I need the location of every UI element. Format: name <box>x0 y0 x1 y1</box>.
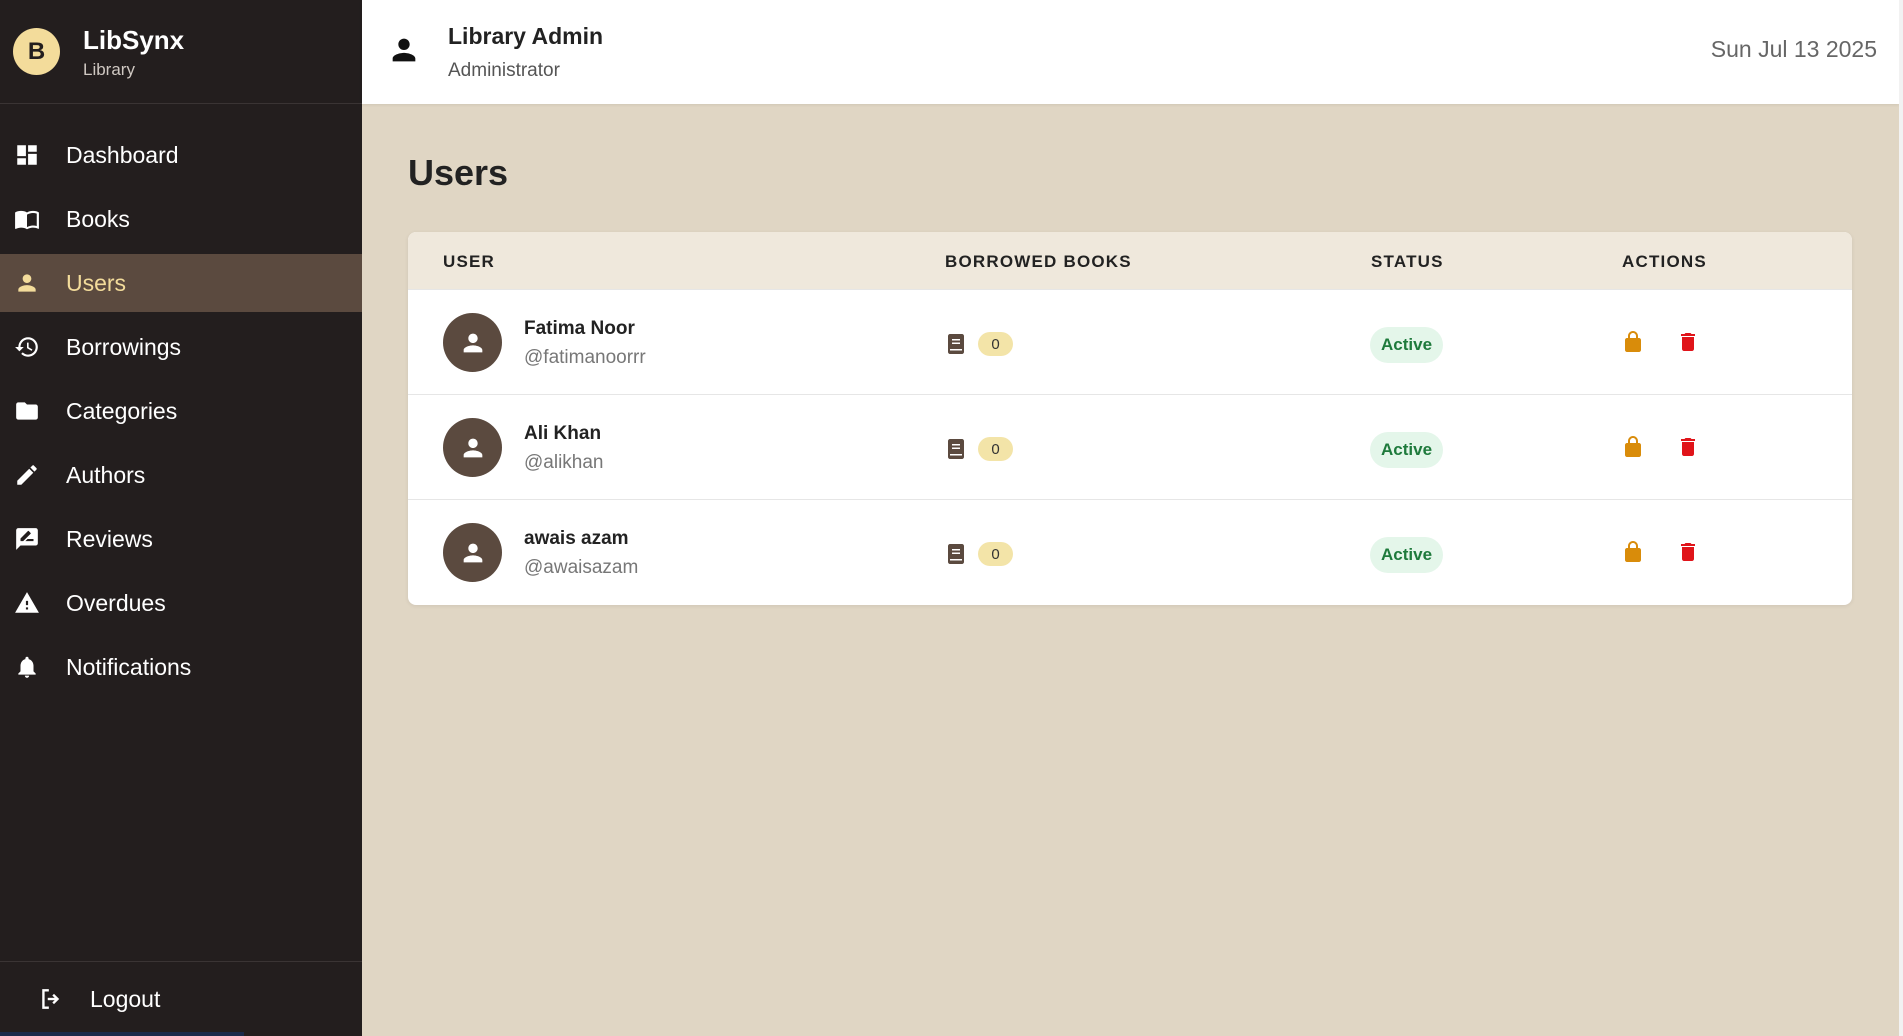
history-icon <box>14 334 40 360</box>
column-header-user: USER <box>443 252 496 271</box>
sidebar-item-label: Categories <box>66 397 178 424</box>
user-name: Fatima Noor <box>524 318 635 339</box>
sidebar-item-label: Dashboard <box>66 141 179 168</box>
sidebar-item-dashboard[interactable]: Dashboard <box>0 126 362 184</box>
warning-icon <box>14 590 40 616</box>
pencil-icon <box>14 462 40 488</box>
header-user-name: Library Admin <box>448 22 604 49</box>
book-icon <box>944 437 968 461</box>
lock-icon <box>1625 541 1641 562</box>
rate-review-icon <box>14 526 40 552</box>
brand: B LibSynx Library <box>0 0 362 104</box>
table-header: USER BORROWED BOOKS STATUS ACTIONS <box>408 232 1852 289</box>
column-header-actions: ACTIONS <box>1622 252 1707 271</box>
sidebar-item-label: Notifications <box>66 653 192 680</box>
user-name: awais azam <box>524 528 629 549</box>
avatar <box>443 313 502 372</box>
horizontal-scrollbar[interactable] <box>0 1032 244 1036</box>
sidebar-item-overdues[interactable]: Overdues <box>0 574 362 632</box>
sidebar-item-label: Overdues <box>66 589 166 616</box>
sidebar-item-users[interactable]: Users <box>0 254 362 312</box>
logout-label: Logout <box>90 985 161 1012</box>
header-user-role: Administrator <box>448 59 560 81</box>
sidebar-item-label: Books <box>66 205 130 232</box>
borrowed-count-badge: 0 <box>978 332 1013 356</box>
user-icon <box>463 438 482 457</box>
user-handle: @awaisazam <box>524 557 639 578</box>
sidebar-item-books[interactable]: Books <box>0 190 362 248</box>
user-handle: @fatimanoorrr <box>524 347 646 368</box>
table-row: Ali Khan @alikhan 0 Active <box>408 394 1852 499</box>
status-badge: Active <box>1370 432 1444 468</box>
book-open-icon <box>14 206 40 232</box>
brand-name: LibSynx <box>83 24 185 55</box>
account-icon <box>387 33 421 72</box>
logout-button[interactable]: Logout <box>0 961 362 1036</box>
header-date: Sun Jul 13 2025 <box>1710 36 1877 62</box>
sidebar-item-label: Users <box>66 269 127 296</box>
sidebar-item-reviews[interactable]: Reviews <box>0 510 362 568</box>
status-badge: Active <box>1370 327 1444 363</box>
top-header: Library Admin Administrator Sun Jul 13 2… <box>362 0 1899 104</box>
sidebar-item-label: Reviews <box>66 525 153 552</box>
user-name: Ali Khan <box>524 423 602 444</box>
borrowed-count-badge: 0 <box>978 542 1013 566</box>
sidebar-item-categories[interactable]: Categories <box>0 382 362 440</box>
lock-icon <box>1625 331 1641 352</box>
lock-user-button[interactable] <box>1621 329 1645 355</box>
sidebar-item-label: Authors <box>66 461 146 488</box>
user-icon <box>14 270 40 296</box>
user-icon <box>463 333 482 352</box>
user-icon <box>463 543 482 562</box>
lock-user-button[interactable] <box>1621 539 1645 565</box>
bell-icon <box>14 654 40 680</box>
lock-user-button[interactable] <box>1621 434 1645 460</box>
table-row: awais azam @awaisazam 0 Active <box>408 499 1852 604</box>
sidebar-item-borrowings[interactable]: Borrowings <box>0 318 362 376</box>
sidebar-item-notifications[interactable]: Notifications <box>0 638 362 696</box>
sidebar-item-label: Borrowings <box>66 333 182 360</box>
sidebar-item-authors[interactable]: Authors <box>0 446 362 504</box>
trash-icon <box>1681 543 1695 561</box>
dashboard-icon <box>14 142 40 168</box>
delete-user-button[interactable] <box>1676 539 1700 565</box>
brand-avatar: B <box>13 28 60 75</box>
trash-icon <box>1681 333 1695 351</box>
trash-icon <box>1681 438 1695 456</box>
user-handle: @alikhan <box>524 452 604 473</box>
column-header-borrowed-books: BORROWED BOOKS <box>945 252 1132 271</box>
borrowed-count-badge: 0 <box>978 437 1013 461</box>
logout-icon <box>42 989 60 1009</box>
column-header-status: STATUS <box>1371 252 1444 271</box>
brand-subtitle: Library <box>83 59 135 79</box>
book-icon <box>944 542 968 566</box>
avatar <box>443 523 502 582</box>
delete-user-button[interactable] <box>1676 329 1700 355</box>
book-icon <box>944 332 968 356</box>
avatar <box>443 418 502 477</box>
sidebar-nav: Dashboard Books Users Borrowings Categor… <box>0 126 362 696</box>
vertical-scrollbar[interactable] <box>1899 0 1903 1036</box>
table-row: Fatima Noor @fatimanoorrr 0 Active <box>408 289 1852 394</box>
delete-user-button[interactable] <box>1676 434 1700 460</box>
lock-icon <box>1625 436 1641 457</box>
folder-icon <box>14 398 40 424</box>
page-title: Users <box>408 152 509 193</box>
status-badge: Active <box>1370 537 1444 573</box>
sidebar: B LibSynx Library Dashboard Books Users … <box>0 0 362 1036</box>
users-table: USER BORROWED BOOKS STATUS ACTIONS Fatim… <box>408 232 1852 605</box>
